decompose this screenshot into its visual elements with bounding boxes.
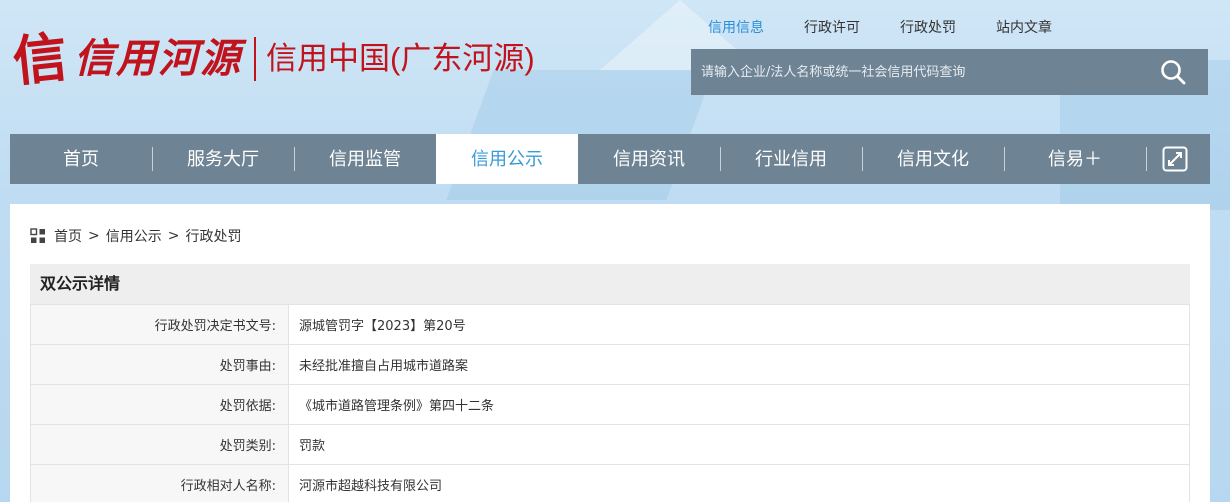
search-bar [691, 49, 1208, 95]
logo-subtitle: 信用中国(广东河源) [266, 41, 535, 76]
detail-panel: 双公示详情 行政处罚决定书文号: 源城管罚字【2023】第20号 处罚事由: 未… [30, 264, 1190, 502]
site-logo[interactable]: 信 信用河源 信用中国(广东河源) [10, 22, 535, 96]
nav-item-credit-culture[interactable]: 信用文化 [862, 134, 1004, 184]
search-input[interactable] [691, 49, 1138, 95]
row-value: 源城管罚字【2023】第20号 [288, 304, 1190, 345]
row-label: 处罚事由: [30, 344, 289, 385]
top-links: 信用信息 行政许可 行政处罚 站内文章 [690, 18, 1072, 38]
top-link-credit-info[interactable]: 信用信息 [690, 18, 784, 38]
breadcrumb-separator: > [88, 228, 100, 244]
nav-item-xinyi-plus[interactable]: 信易＋ [1004, 134, 1146, 184]
search-icon [1161, 60, 1186, 85]
top-link-admin-penalty[interactable]: 行政处罚 [880, 18, 976, 38]
row-label: 行政处罚决定书文号: [30, 304, 289, 345]
breadcrumb-home[interactable]: 首页 [54, 226, 82, 246]
row-label: 处罚依据: [30, 384, 289, 425]
nav-item-credit-supervision[interactable]: 信用监管 [294, 134, 436, 184]
site-header: 信 信用河源 信用中国(广东河源) 信用信息 行政许可 行政处罚 站内文章 [0, 0, 1230, 134]
breadcrumb-credit-publicity[interactable]: 信用公示 [106, 226, 162, 246]
logo-script-text: 信用河源 [74, 35, 242, 82]
row-value: 《城市道路管理条例》第四十二条 [288, 384, 1190, 425]
nav-item-industry-credit[interactable]: 行业信用 [720, 134, 862, 184]
breadcrumb-separator: > [167, 228, 180, 244]
row-value: 河源市超越科技有限公司 [288, 464, 1190, 502]
expand-icon [1162, 146, 1188, 172]
nav-item-credit-publicity[interactable]: 信用公示 [436, 134, 578, 184]
top-link-admin-license[interactable]: 行政许可 [784, 18, 880, 38]
table-row: 处罚依据: 《城市道路管理条例》第四十二条 [30, 384, 1190, 425]
nav-item-home[interactable]: 首页 [10, 134, 152, 184]
main-content: 首页 > 信用公示 > 行政处罚 双公示详情 行政处罚决定书文号: 源城管罚字【… [10, 204, 1210, 502]
table-row: 处罚事由: 未经批准擅自占用城市道路案 [30, 344, 1190, 385]
nav-item-credit-news[interactable]: 信用资讯 [578, 134, 720, 184]
panel-title: 双公示详情 [30, 264, 1190, 304]
row-label: 行政相对人名称: [30, 464, 289, 502]
nav-item-service-hall[interactable]: 服务大厅 [152, 134, 294, 184]
row-label: 处罚类别: [30, 424, 289, 465]
top-link-site-articles[interactable]: 站内文章 [976, 18, 1072, 38]
nav-expand-button[interactable] [1146, 134, 1204, 184]
table-row: 行政相对人名称: 河源市超越科技有限公司 [30, 464, 1190, 502]
detail-table: 行政处罚决定书文号: 源城管罚字【2023】第20号 处罚事由: 未经批准擅自占… [30, 304, 1190, 502]
breadcrumb: 首页 > 信用公示 > 行政处罚 [30, 226, 241, 246]
row-value: 未经批准擅自占用城市道路案 [288, 344, 1190, 385]
logo-divider [254, 37, 256, 81]
grid-icon [30, 228, 46, 244]
main-nav: 首页 服务大厅 信用监管 信用公示 信用资讯 行业信用 信用文化 信易＋ [10, 134, 1210, 184]
table-row: 行政处罚决定书文号: 源城管罚字【2023】第20号 [30, 304, 1190, 345]
table-row: 处罚类别: 罚款 [30, 424, 1190, 465]
search-button[interactable] [1138, 49, 1208, 95]
breadcrumb-current: 行政处罚 [185, 229, 242, 245]
row-value: 罚款 [288, 424, 1190, 465]
logo-seal: 信 [9, 24, 71, 94]
